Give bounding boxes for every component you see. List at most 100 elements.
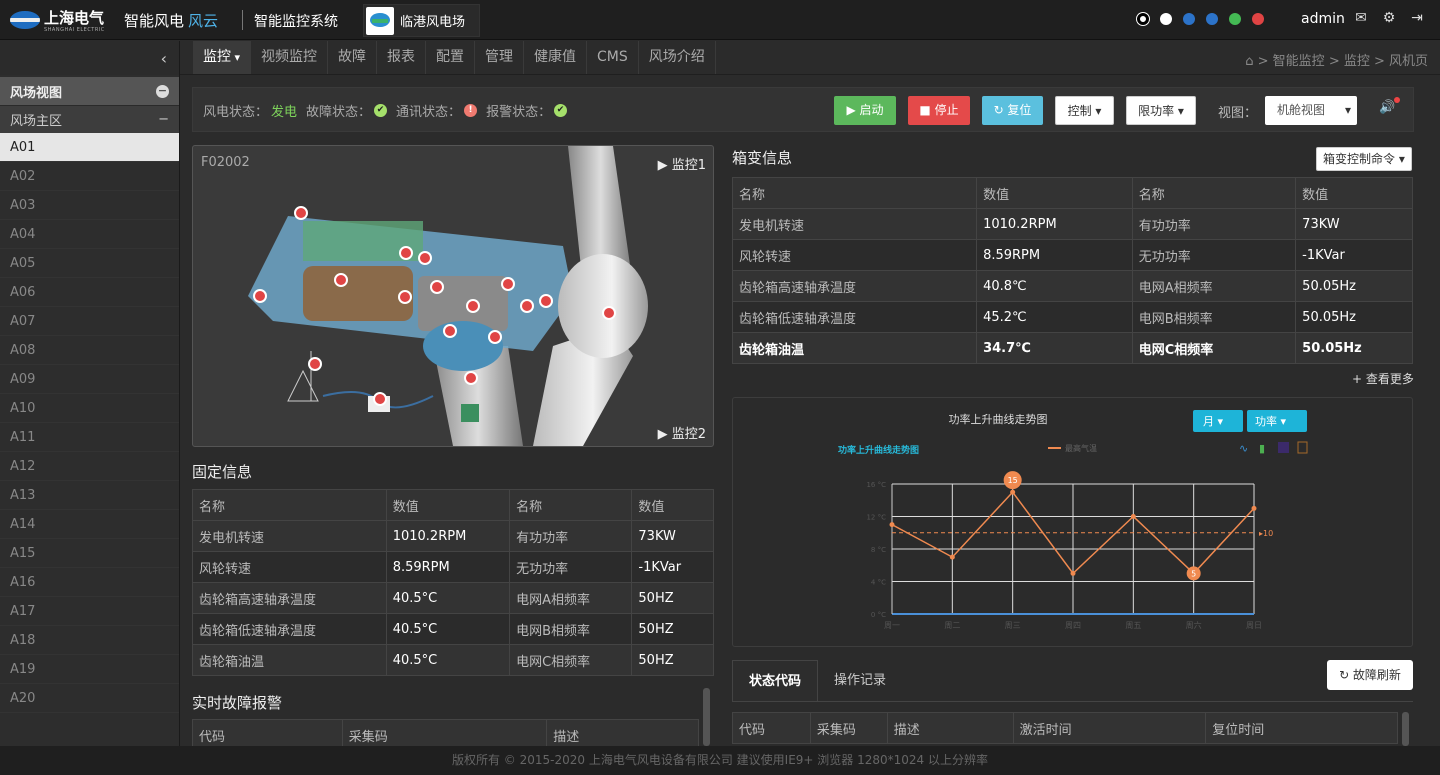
cell-value: 8.59RPM (385, 551, 511, 583)
tab-operation-log[interactable]: 操作记录 (818, 660, 902, 702)
cell-name: 电网B相频率 (1131, 301, 1297, 333)
status-dot[interactable] (1183, 13, 1195, 25)
view-select[interactable]: 机舱视图 (1265, 96, 1357, 125)
farm-selector[interactable]: 临港风电场 (363, 4, 480, 37)
sensor-pin[interactable] (418, 251, 432, 265)
gear-icon[interactable]: ⚙ (1381, 10, 1397, 26)
start-button[interactable]: ▶ 启动 (834, 96, 896, 125)
sensor-pin[interactable] (488, 330, 502, 344)
sensor-pin[interactable] (464, 371, 478, 385)
logo-text: 上海电气 (44, 8, 105, 27)
cell-value: 73KW (1295, 208, 1413, 240)
sensor-pin[interactable] (294, 206, 308, 220)
tab-3[interactable]: 报表 (377, 41, 427, 74)
power-limit-dropdown[interactable]: 限功率 ▾ (1126, 96, 1196, 125)
table-row: 发电机转速 1010.2RPM 有功功率 73KW (731, 208, 1413, 240)
tab-2[interactable]: 故障 (328, 41, 378, 74)
sensor-pin[interactable] (253, 289, 267, 303)
data-point[interactable] (949, 554, 955, 560)
sensor-pin[interactable] (466, 299, 480, 313)
minus-icon[interactable]: − (158, 112, 169, 127)
check-icon: ✔ (554, 104, 568, 117)
sidebar-item-a12[interactable]: A12 (0, 452, 179, 481)
more-link[interactable]: + 查看更多 (1352, 370, 1414, 387)
sensor-pin[interactable] (398, 290, 412, 304)
sidebar-item-a14[interactable]: A14 (0, 510, 179, 539)
sidebar-item-a11[interactable]: A11 (0, 423, 179, 452)
sidebar-item-a09[interactable]: A09 (0, 365, 179, 394)
sidebar-item-a13[interactable]: A13 (0, 481, 179, 510)
sensor-pin[interactable] (334, 273, 348, 287)
sensor-pin[interactable] (308, 357, 322, 371)
data-point[interactable] (1070, 570, 1076, 576)
logout-icon[interactable]: ⇥ (1409, 10, 1425, 26)
sensor-pin[interactable] (501, 277, 515, 291)
tab-1[interactable]: 视频监控 (251, 41, 329, 74)
save-icon[interactable] (1297, 441, 1308, 454)
sidebar-item-a02[interactable]: A02 (0, 162, 179, 191)
cell-name: 无功功率 (1131, 239, 1297, 271)
data-point[interactable] (1010, 489, 1016, 495)
sensor-pin[interactable] (602, 306, 616, 320)
sidebar-item-a04[interactable]: A04 (0, 220, 179, 249)
bar-chart-icon[interactable]: ▮ (1259, 442, 1265, 455)
sidebar-item-a01[interactable]: A01 (0, 133, 179, 162)
sidebar-item-a07[interactable]: A07 (0, 307, 179, 336)
fault-refresh-button[interactable]: ↻ 故障刷新 (1327, 660, 1413, 690)
tab-8[interactable]: 风场介绍 (639, 41, 716, 74)
sensor-pin[interactable] (399, 246, 413, 260)
status-dot[interactable] (1206, 13, 1218, 25)
sensor-pin[interactable] (373, 392, 387, 406)
cell-value: 50.05Hz (1295, 270, 1413, 302)
restore-icon[interactable] (1278, 442, 1289, 453)
column-header: 代码 (732, 712, 811, 744)
fault-scrollbar[interactable] (703, 688, 710, 746)
reset-button[interactable]: ↻ 复位 (982, 96, 1043, 125)
status-dot[interactable] (1252, 13, 1264, 25)
tab-status-code[interactable]: 状态代码 (732, 660, 819, 702)
sensor-pin[interactable] (443, 324, 457, 338)
tab-5[interactable]: 管理 (475, 41, 525, 74)
sidebar-item-a17[interactable]: A17 (0, 597, 179, 626)
data-point[interactable] (1251, 505, 1257, 511)
period-label: 月 ▾ (1203, 415, 1223, 428)
tab-6[interactable]: 健康值 (524, 41, 588, 74)
status-dot[interactable] (1137, 13, 1149, 25)
sidebar-item-a05[interactable]: A05 (0, 249, 179, 278)
user-name[interactable]: admin (1301, 11, 1345, 27)
data-point[interactable] (889, 522, 895, 528)
sidebar-item-a16[interactable]: A16 (0, 568, 179, 597)
line-chart-icon[interactable]: ∿ (1239, 442, 1248, 455)
stop-button[interactable]: ■ 停止 (908, 96, 970, 125)
tab-7[interactable]: CMS (587, 41, 639, 74)
sidebar-item-a20[interactable]: A20 (0, 684, 179, 713)
speaker-icon[interactable]: 🔊 (1379, 97, 1401, 115)
sidebar-item-a08[interactable]: A08 (0, 336, 179, 365)
sidebar-item-a03[interactable]: A03 (0, 191, 179, 220)
tab-0[interactable]: 监控 (193, 41, 252, 74)
home-icon[interactable]: ⌂ (1245, 54, 1253, 69)
sidebar: ‹ 风场视图 − 风场主区 − A01 A02 A03 A04 A05 A06 A07 A08 A0… (0, 41, 180, 746)
collapse-button[interactable]: ‹ (0, 41, 179, 75)
chart-title: 功率上升曲线走势图 (949, 412, 1048, 426)
sensor-pin[interactable] (520, 299, 534, 313)
box-command-dropdown[interactable]: 箱变控制命令 ▾ (1316, 147, 1412, 171)
sidebar-group[interactable]: 风场主区 − (0, 105, 179, 133)
control-dropdown[interactable]: 控制 ▾ (1055, 96, 1114, 125)
sidebar-header[interactable]: 风场视图 − (0, 77, 179, 105)
data-point[interactable] (1130, 514, 1136, 519)
sidebar-item-a06[interactable]: A06 (0, 278, 179, 307)
sidebar-item-a18[interactable]: A18 (0, 626, 179, 655)
status-dot[interactable] (1229, 13, 1241, 25)
status-scrollbar[interactable] (1402, 712, 1409, 746)
sidebar-item-a15[interactable]: A15 (0, 539, 179, 568)
minus-circle-icon[interactable]: − (156, 84, 169, 98)
sensor-pin[interactable] (430, 280, 444, 294)
tab-4[interactable]: 配置 (426, 41, 476, 74)
sidebar-item-a10[interactable]: A10 (0, 394, 179, 423)
company-logo: 上海电气 SHANGHAI ELECTRIC (10, 8, 114, 33)
status-dot[interactable] (1160, 13, 1172, 25)
sensor-pin[interactable] (539, 294, 553, 308)
mail-icon[interactable]: ✉ (1353, 10, 1369, 26)
sidebar-item-a19[interactable]: A19 (0, 655, 179, 684)
